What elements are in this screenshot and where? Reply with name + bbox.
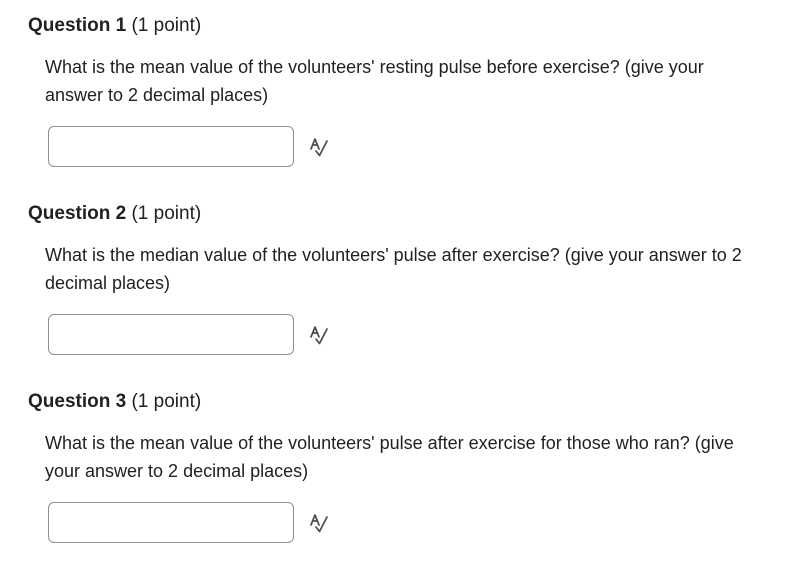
spell-check-icon[interactable] — [308, 512, 330, 534]
question-title: Question 2 — [28, 203, 127, 224]
question-heading: Question 1 (1 point) — [28, 13, 201, 39]
answer-input[interactable] — [48, 502, 294, 543]
answer-input[interactable] — [48, 126, 294, 167]
question-title: Question 1 — [28, 15, 127, 36]
question-2: Question 2 (1 point) What is the median … — [0, 188, 808, 376]
question-points: (1 point) — [131, 203, 202, 224]
question-points: (1 point) — [131, 15, 202, 36]
question-heading: Question 3 (1 point) — [28, 389, 201, 415]
question-heading: Question 2 (1 point) — [28, 201, 201, 227]
answer-input[interactable] — [48, 314, 294, 355]
question-text: What is the mean value of the volunteers… — [45, 57, 704, 105]
question-points: (1 point) — [131, 391, 202, 412]
question-3: Question 3 (1 point) What is the mean va… — [0, 376, 808, 564]
question-title: Question 3 — [28, 391, 127, 412]
question-text: What is the median value of the voluntee… — [45, 245, 742, 293]
question-1: Question 1 (1 point) What is the mean va… — [0, 0, 808, 188]
spell-check-icon[interactable] — [308, 136, 330, 158]
spell-check-icon[interactable] — [308, 324, 330, 346]
question-text: What is the mean value of the volunteers… — [45, 433, 734, 481]
